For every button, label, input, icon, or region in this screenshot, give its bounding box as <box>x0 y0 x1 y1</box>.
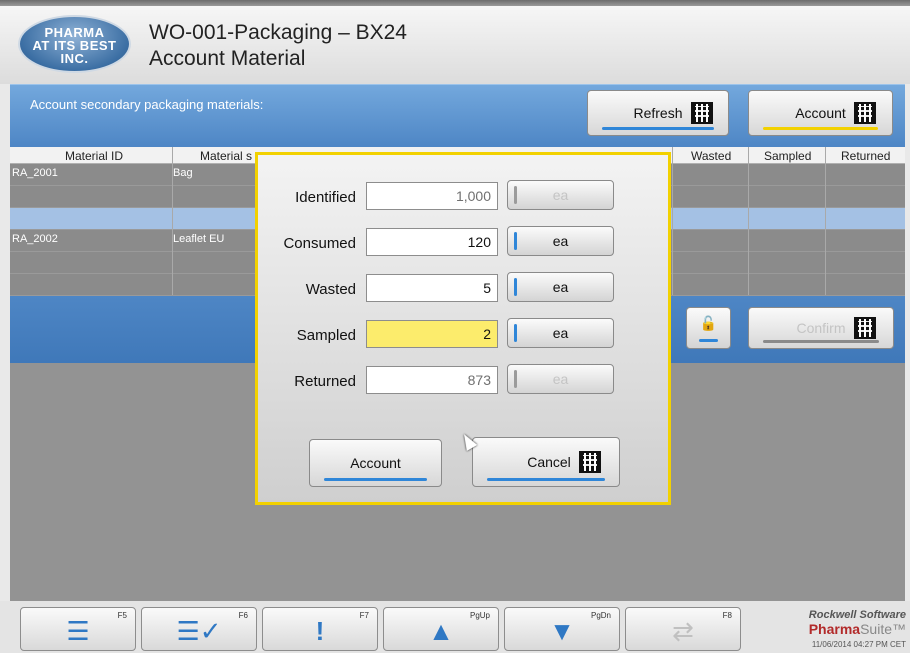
identified-unit-button[interactable]: ea <box>507 180 614 210</box>
page-down-button[interactable]: PgDn ▼ <box>504 607 620 651</box>
chevron-down-icon: ▼ <box>549 616 575 646</box>
unlock-button[interactable]: 🔓 <box>686 307 731 349</box>
column-divider <box>748 147 749 295</box>
unit-label: ea <box>552 371 569 387</box>
consumed-label: Consumed <box>283 235 356 252</box>
exclamation-icon: ! <box>315 616 325 646</box>
cell-material: Bag <box>173 167 193 179</box>
barcode-icon <box>853 317 876 339</box>
cell-material-id: RA_2002 <box>12 233 58 245</box>
unit-label: ea <box>552 325 569 341</box>
wasted-field[interactable]: 5 <box>366 274 498 302</box>
section-label: Account secondary packaging materials: <box>30 97 264 112</box>
brand-pharma: Pharma <box>808 621 861 637</box>
sampled-unit-button[interactable]: ea <box>507 318 614 348</box>
cell-material: Leaflet EU <box>173 233 225 245</box>
menu-icon: ☰ <box>66 616 90 646</box>
wasted-unit-button[interactable]: ea <box>507 272 614 302</box>
column-header-returned: Returned <box>841 149 891 163</box>
sampled-field[interactable]: 2 <box>366 320 498 348</box>
page-title: Account Material <box>149 47 306 70</box>
checklist-button[interactable]: F6 ☰✓ <box>141 607 257 651</box>
brand-block: Rockwell Software PharmaSuite™ 11/06/201… <box>809 609 906 649</box>
brand-product: PharmaSuite™ <box>809 621 906 637</box>
swap-arrows-icon: ⇄ <box>672 616 694 646</box>
column-header-material-id: Material ID <box>65 149 124 163</box>
column-divider <box>825 147 826 295</box>
page-up-button[interactable]: PgUp ▲ <box>383 607 499 651</box>
account-top-button[interactable]: Account <box>748 90 893 136</box>
logo-line-3: INC. <box>60 51 89 66</box>
cell-material-id: RA_2001 <box>12 167 58 179</box>
unit-label: ea <box>552 233 569 249</box>
unit-label: ea <box>552 279 569 295</box>
brand-vendor: Rockwell Software <box>808 609 906 621</box>
header: PHARMA AT ITS BEST INC. WO-001-Packaging… <box>0 6 910 84</box>
column-header-sampled: Sampled <box>764 149 812 163</box>
function-key-bar: F5 ☰ F6 ☰✓ F7 ! PgUp ▲ PgDn ▼ F8 ⇄ <box>0 601 910 653</box>
barcode-icon <box>578 451 601 473</box>
timestamp: 11/06/2014 04:27 PM CET <box>811 640 906 649</box>
switch-button[interactable]: F8 ⇄ <box>625 607 741 651</box>
dialog-cancel-label: Cancel <box>527 454 571 470</box>
returned-label: Returned <box>294 373 356 390</box>
refresh-button[interactable]: Refresh <box>587 90 729 136</box>
barcode-icon <box>853 102 876 124</box>
column-divider <box>672 147 673 295</box>
wasted-label: Wasted <box>305 281 356 298</box>
column-divider <box>172 147 173 295</box>
account-top-label: Account <box>795 105 846 121</box>
dialog-account-label: Account <box>350 455 401 471</box>
chevron-up-icon: ▲ <box>428 616 454 646</box>
consumed-field[interactable]: 120 <box>366 228 498 256</box>
dialog-cancel-button[interactable]: Cancel <box>472 437 620 487</box>
company-logo: PHARMA AT ITS BEST INC. <box>18 15 131 73</box>
column-header-wasted: Wasted <box>691 149 732 163</box>
section-toolbar: Account secondary packaging materials: R… <box>10 84 905 147</box>
confirm-button[interactable]: Confirm <box>748 307 894 349</box>
menu-button[interactable]: F5 ☰ <box>20 607 136 651</box>
consumed-unit-button[interactable]: ea <box>507 226 614 256</box>
column-header-material: Material s <box>200 149 253 163</box>
work-order-title: WO-001-Packaging – BX24 <box>149 21 407 44</box>
exception-button[interactable]: F7 ! <box>262 607 378 651</box>
identified-field[interactable]: 1,000 <box>366 182 498 210</box>
account-dialog: Identified 1,000 ea Consumed 120 ea Wast… <box>255 152 671 505</box>
identified-label: Identified <box>295 189 356 206</box>
brand-suite: Suite™ <box>860 621 906 637</box>
refresh-label: Refresh <box>633 105 683 121</box>
barcode-icon <box>690 102 713 124</box>
sampled-label: Sampled <box>296 327 356 344</box>
checklist-icon: ☰✓ <box>176 616 222 646</box>
lock-icon: 🔓 <box>699 315 718 331</box>
returned-field[interactable]: 873 <box>366 366 498 394</box>
confirm-label: Confirm <box>796 320 846 336</box>
unit-label: ea <box>552 187 569 203</box>
returned-unit-button[interactable]: ea <box>507 364 614 394</box>
dialog-account-button[interactable]: Account <box>309 439 442 487</box>
